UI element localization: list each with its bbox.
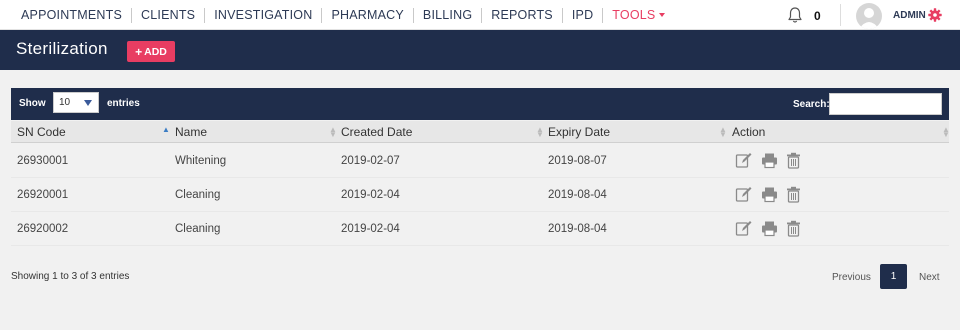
cell-expiry-date: 2019-08-04 (548, 189, 607, 201)
search-input[interactable] (829, 93, 942, 115)
sort-both-icon[interactable]: ▲ ▼ (329, 126, 337, 139)
cell-name: Cleaning (175, 223, 221, 235)
column-name[interactable]: Name (175, 125, 207, 139)
cell-sn-code: 26920002 (17, 223, 69, 235)
sort-both-icon[interactable]: ▲ ▼ (536, 126, 544, 139)
user-menu-label[interactable]: ADMIN (893, 10, 926, 21)
table-info: Showing 1 to 3 of 3 entries (11, 271, 130, 282)
page-header: Sterilization + ADD (0, 30, 960, 70)
nav-investigation[interactable]: INVESTIGATION (205, 7, 323, 23)
cell-sn-code: 26920001 (17, 189, 69, 201)
nav-reports[interactable]: REPORTS (482, 7, 563, 23)
nav-tools[interactable]: TOOLS (603, 8, 674, 23)
edit-icon[interactable] (735, 152, 752, 169)
page-length-value: 10 (59, 97, 71, 108)
add-button-label: ADD (144, 45, 167, 58)
caret-down-icon (659, 13, 666, 18)
column-created-date[interactable]: Created Date (341, 125, 412, 139)
column-expiry-date[interactable]: Expiry Date (548, 125, 610, 139)
column-action[interactable]: Action (732, 125, 765, 139)
page-title: Sterilization (16, 39, 108, 58)
main-menu: APPOINTMENTS CLIENTS INVESTIGATION PHARM… (12, 0, 674, 30)
search-label: Search: (793, 99, 830, 110)
table-row: 26920002 Cleaning 2019-02-04 2019-08-04 (11, 212, 949, 246)
sort-asc-icon[interactable]: ▲ (162, 126, 170, 134)
print-icon[interactable] (761, 186, 778, 203)
add-button[interactable]: + ADD (127, 41, 175, 62)
cell-name: Whitening (175, 155, 227, 167)
cell-created-date: 2019-02-04 (341, 223, 400, 235)
edit-icon[interactable] (735, 186, 752, 203)
sort-both-icon[interactable]: ▲ ▼ (719, 126, 727, 139)
gear-icon[interactable] (928, 8, 942, 22)
cell-expiry-date: 2019-08-04 (548, 223, 607, 235)
cell-created-date: 2019-02-04 (341, 189, 400, 201)
column-sn-code[interactable]: SN Code (17, 125, 66, 139)
print-icon[interactable] (761, 152, 778, 169)
table-header: SN Code ▲ Name ▲ ▼ Created Date ▲ ▼ Expiry… (11, 121, 950, 143)
notification-count: 0 (814, 9, 821, 23)
nav-billing[interactable]: BILLING (414, 7, 483, 23)
trash-icon[interactable] (785, 220, 802, 237)
nav-pharmacy[interactable]: PHARMACY (322, 7, 414, 23)
nav-clients[interactable]: CLIENTS (132, 7, 206, 23)
plus-icon: + (135, 44, 143, 59)
print-icon[interactable] (761, 220, 778, 237)
edit-icon[interactable] (735, 220, 752, 237)
top-nav: APPOINTMENTS CLIENTS INVESTIGATION PHARM… (0, 0, 960, 30)
pagination-next[interactable]: Next (919, 272, 940, 283)
nav-tools-label: TOOLS (612, 7, 656, 22)
pagination-previous[interactable]: Previous (832, 272, 871, 283)
table-row: 26930001 Whitening 2019-02-07 2019-08-07 (11, 144, 949, 178)
nav-ipd[interactable]: IPD (563, 7, 604, 23)
entries-label: entries (107, 98, 140, 109)
bell-icon[interactable] (786, 6, 804, 24)
cell-expiry-date: 2019-08-07 (548, 155, 607, 167)
dropdown-arrow-icon (84, 100, 92, 106)
trash-icon[interactable] (785, 186, 802, 203)
cell-name: Cleaning (175, 189, 221, 201)
pagination-page-current[interactable]: 1 (880, 264, 907, 289)
nav-divider (840, 4, 841, 26)
sort-both-icon[interactable]: ▲ ▼ (942, 126, 950, 139)
page-length-select[interactable]: 10 (53, 92, 99, 113)
nav-appointments[interactable]: APPOINTMENTS (12, 7, 133, 23)
trash-icon[interactable] (785, 152, 802, 169)
avatar[interactable] (856, 3, 882, 29)
table-toolbar: Show 10 entries Search: (11, 88, 949, 120)
show-label: Show (19, 98, 46, 109)
cell-created-date: 2019-02-07 (341, 155, 400, 167)
cell-sn-code: 26930001 (17, 155, 69, 167)
user-silhouette-icon (859, 8, 879, 29)
table-row: 26920001 Cleaning 2019-02-04 2019-08-04 (11, 178, 949, 212)
